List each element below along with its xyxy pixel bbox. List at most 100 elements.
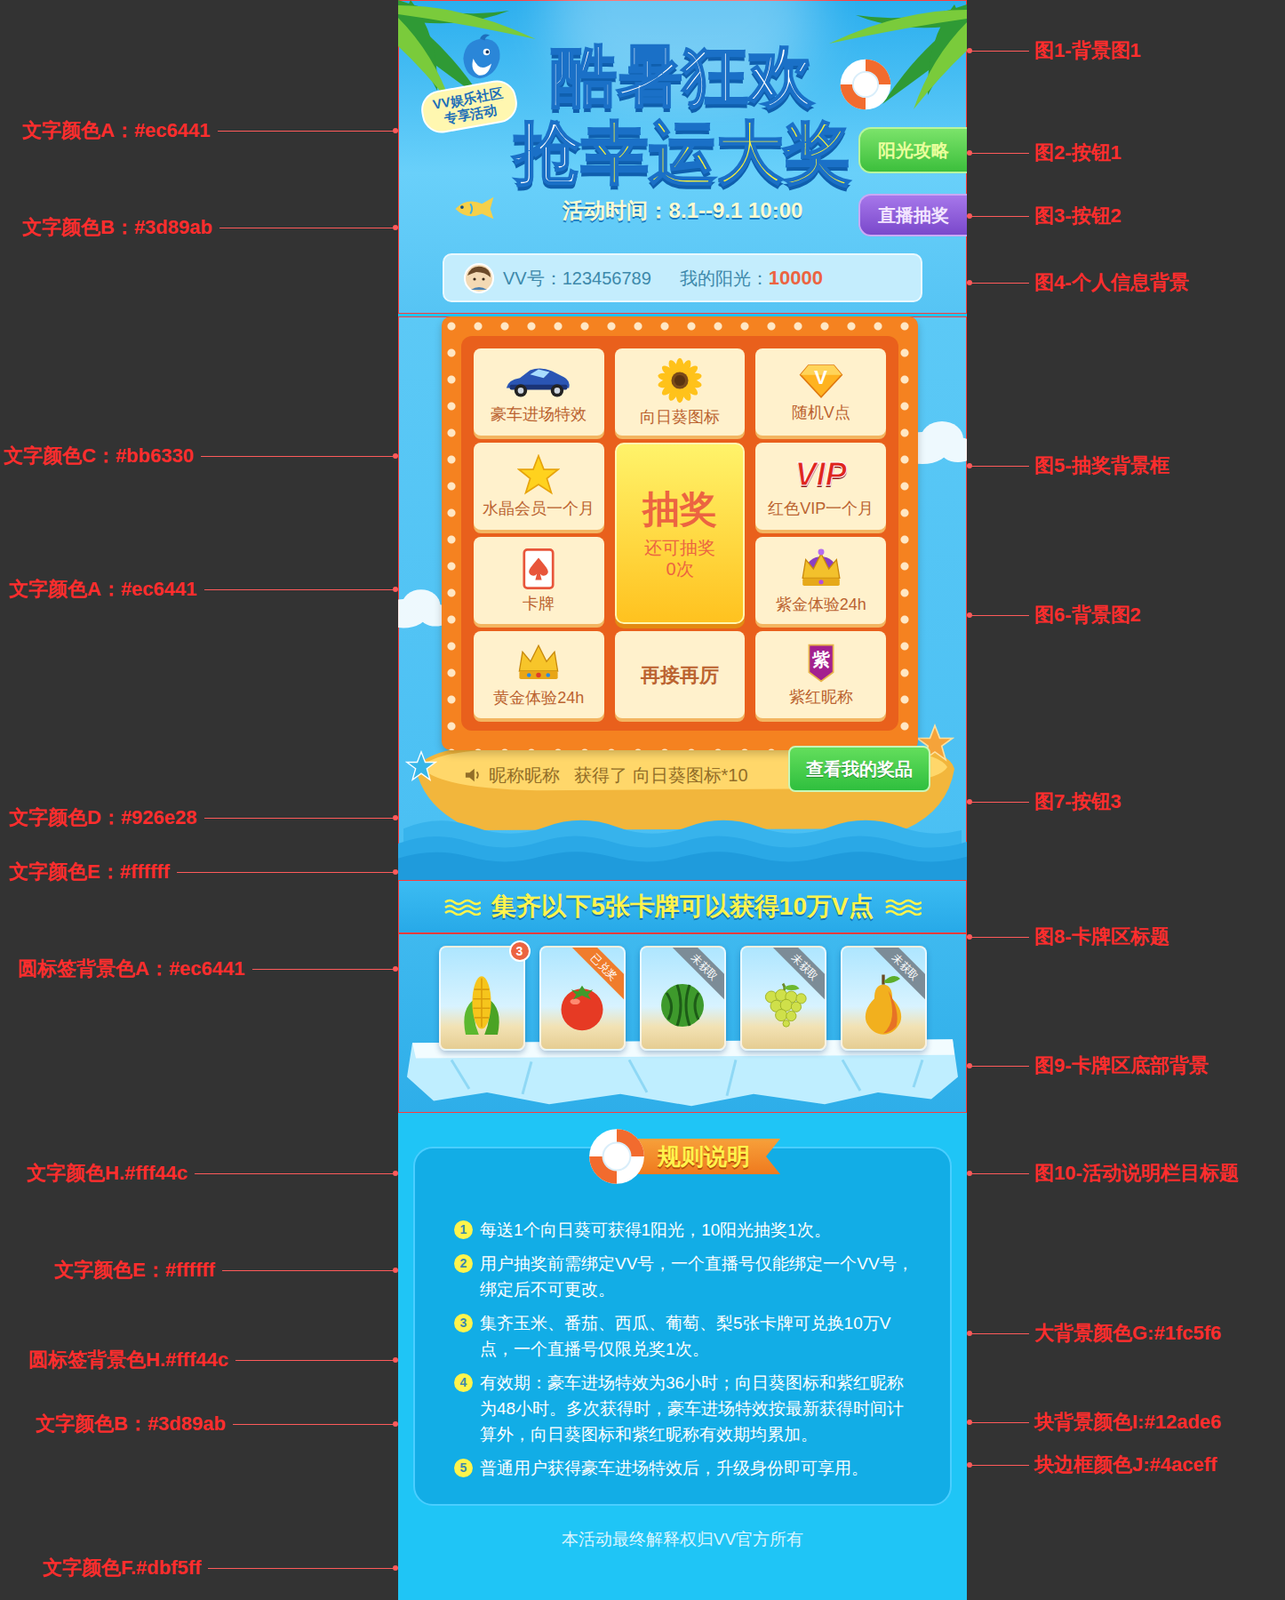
leader-dot [392,869,399,875]
leader-line [232,1423,393,1425]
ribbon-clip: 已兑奖 [541,947,624,1049]
leader-dot [392,965,399,972]
annotation-label: 文字颜色F.#dbf5ff [42,1555,201,1581]
button-label[interactable]: 直播抽奖 [877,201,950,229]
annotation-label: 图7-按钮3 [1034,789,1122,815]
annotation-label: 文字颜色A：#ec6441 [8,576,198,602]
draw-remaining-count[interactable]: 0次 [665,558,694,580]
activity-page: VV娱乐社区专享活动酷暑狂欢抢幸运大奖活动时间：8.1--9.1 10:00阳光… [398,0,967,1600]
leader-line [219,227,393,229]
rules-ribbon: 规则说明 [638,1138,781,1174]
button-label[interactable]: 查看我的奖品 [806,755,913,783]
prize-tile: V随机V点 [755,348,886,436]
purple-crown-icon [798,546,845,591]
title-line: 抢幸运大奖 [513,115,852,191]
life-buoy-icon [584,1124,649,1189]
leader-line [252,968,393,970]
rule-text: 用户抽奖前需绑定VV号，一个直播号仅能绑定一个VV号，绑定后不可更改。 [479,1250,915,1302]
rule-item: 3 集齐玉米、番茄、西瓜、葡萄、梨5张卡牌可兑换10万V点，一个直播号仅限兑奖1次… [415,1309,950,1362]
design-canvas: VV娱乐社区专享活动酷暑狂欢抢幸运大奖活动时间：8.1--9.1 10:00阳光… [0,0,1285,1600]
icon-text: 紫 [806,642,837,684]
leader-dot [392,1170,399,1176]
annotation-label: 文字颜色B：#3d89ab [35,1411,226,1437]
waves-icon [884,897,922,916]
leader-line [972,1173,1030,1174]
rules-title-text: 规则说明 [657,1139,751,1174]
leader-dot [392,1420,399,1427]
leader-line [972,801,1030,803]
leader-dot [392,1267,399,1273]
rule-text: 有效期：豪车进场特效为36小时；向日葵图标和紫红昵称为48小时。多次获得时，豪车… [479,1369,915,1447]
leader-dot [392,453,399,459]
annotation-label: 图2-按钮1 [1034,140,1122,166]
rules-block: 规则说明1每送1个向日葵可获得1阳光，10阳光抽奖1次。2用户抽奖前需绑定VV号… [413,1146,952,1506]
live-draw-button[interactable]: 直播抽奖 [858,193,967,237]
annotation: 图5-抽奖背景框 [966,453,1285,479]
watermelon-icon [657,970,708,1037]
rule-number: 3 [454,1313,473,1333]
card-area: 3已兑奖未获取未获取未获取 [398,933,967,1113]
leader-line [972,936,1030,938]
rule-text: 集齐玉米、番茄、西瓜、葡萄、梨5张卡牌可兑换10万V点，一个直播号仅限兑奖1次。 [479,1309,915,1362]
annotation: 图6-背景图2 [966,602,1285,628]
annotation: 图1-背景图1 [966,38,1285,64]
fruit-card: 未获取 [840,945,927,1051]
prize-name: 豪车进场特效 [490,404,587,424]
leader-dot [392,127,399,134]
waves-icon [443,897,481,916]
leader-line [222,1269,393,1271]
rule-text: 每送1个向日葵可获得1阳光，10阳光抽奖1次。 [479,1216,915,1243]
footer-note: 本活动最终解释权归VV官方所有 [398,1526,967,1552]
fruit-card: 已兑奖 [539,945,626,1051]
annotation-label: 块背景颜色I:#12ade6 [1034,1409,1222,1435]
count-badge: 3 [509,940,531,962]
leader-line [204,817,393,819]
title-word: 幸运大奖 [581,115,852,191]
community-badge: VV娱乐社区专享活动 [418,77,521,136]
leader-line [972,1421,1030,1423]
prize-tile: 紫金体验24h [755,536,886,624]
leader-line [235,1359,393,1361]
lottery-section: 抽奖还可抽奖0次豪车进场特效向日葵图标V随机V点水晶会员一个月VIP红色VIP一… [398,316,967,880]
sunshine-label: 我的阳光： [679,264,769,292]
annotation-label: 文字颜色C：#bb6330 [3,443,194,469]
prize-name: 紫红昵称 [789,686,854,707]
annotation-label: 图4-个人信息背景 [1034,270,1190,296]
annotation-label: 文字颜色B：#3d89ab [22,215,213,240]
vv-label: VV号： [502,264,563,292]
button-label[interactable]: 阳光攻略 [877,136,950,164]
draw-title[interactable]: 抽奖 [642,486,718,532]
rule-number: 4 [454,1372,473,1392]
leader-line [972,1332,1030,1334]
gold-crown-icon [514,641,563,685]
icon-text: V [798,361,844,400]
annotation-label: 图5-抽奖背景框 [1034,453,1170,479]
my-prizes-button[interactable]: 查看我的奖品 [788,745,931,792]
annotation: 文字颜色E：#ffffff [0,1257,399,1283]
annotation-label: 大背景颜色G:#1fc5f6 [1034,1320,1222,1346]
annotation-label: 图6-背景图2 [1034,602,1142,628]
retry-tile: 再接再厉 [614,630,746,719]
draw-remaining-label[interactable]: 还可抽奖 [644,536,716,559]
leader-line [176,871,393,873]
playing-card-icon [522,547,555,591]
annotation: 文字颜色D：#926e28 [0,805,399,831]
rule-number: 5 [454,1458,473,1477]
sunshine-value: 10000 [768,263,823,293]
leader-line [972,465,1030,467]
annotation: 文字颜色B：#3d89ab [0,1411,399,1437]
guide-button[interactable]: 阳光攻略 [858,127,967,174]
leader-line [200,455,393,457]
fruit-card: 3 [438,945,526,1051]
card-title-text: 集齐以下5张卡牌可以获得10万V点 [491,887,873,926]
annotation: 块背景颜色I:#12ade6 [966,1409,1285,1435]
prize-tile: 黄金体验24h [473,630,605,719]
grapes-icon [758,970,808,1037]
annotation: 圆标签背景色A：#ec6441 [0,956,399,982]
prize-tile: 向日葵图标 [614,348,746,436]
draw-button[interactable]: 抽奖还可抽奖0次 [614,442,746,624]
star-icon [517,454,560,495]
prize-name: 随机V点 [791,402,851,423]
annotation: 图8-卡牌区标题 [966,924,1285,950]
annotation-label: 文字颜色A：#ec6441 [22,118,211,144]
